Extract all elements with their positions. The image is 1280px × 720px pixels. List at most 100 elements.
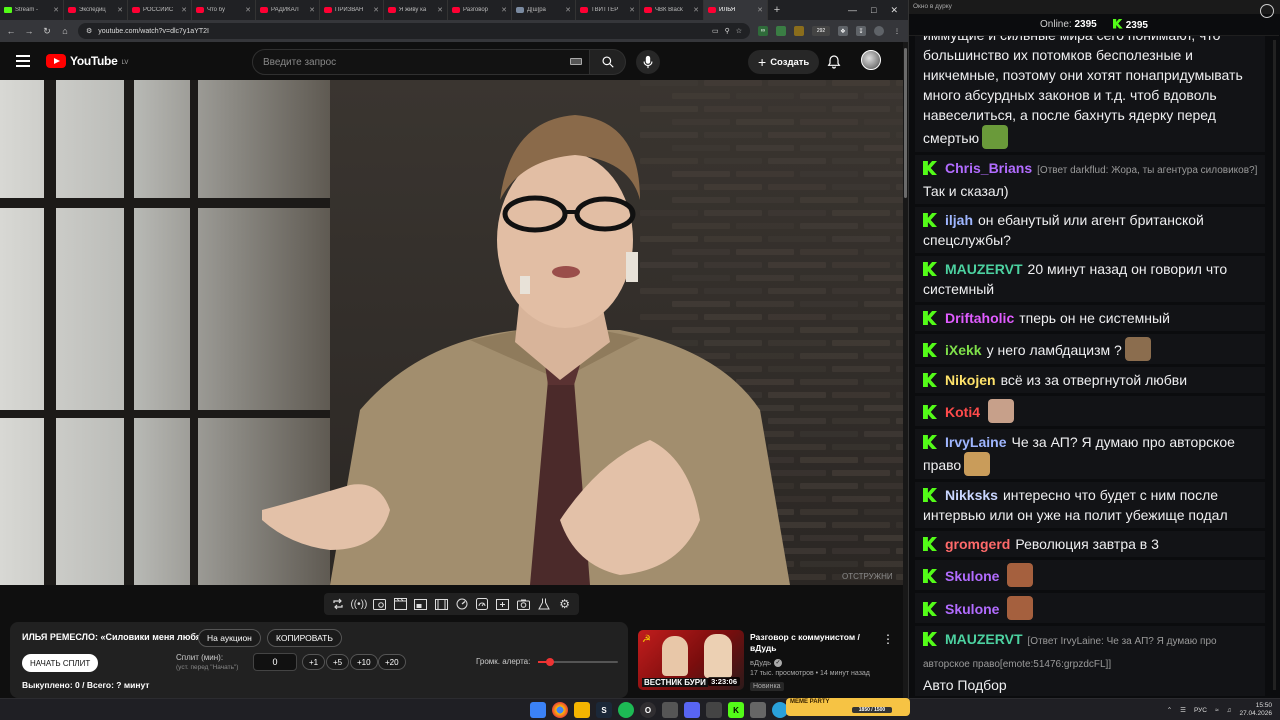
scrollbar-thumb[interactable] xyxy=(904,48,907,198)
create-button[interactable]: + Создать xyxy=(748,50,820,74)
flask-icon[interactable] xyxy=(537,597,551,611)
start-split-button[interactable]: НАЧАТЬ СПЛИТ xyxy=(22,654,99,672)
tab-close-icon[interactable]: ✕ xyxy=(53,6,59,14)
home-icon[interactable]: ⌂ xyxy=(60,26,70,36)
split-minutes-input[interactable]: 0 xyxy=(253,653,297,671)
chat-username[interactable]: MAUZERVT xyxy=(945,261,1023,277)
extension-icon[interactable] xyxy=(794,26,804,36)
tab-close-icon[interactable]: ✕ xyxy=(501,6,507,14)
copy-button[interactable]: КОПИРОВАТЬ xyxy=(267,629,342,647)
kick-app-icon[interactable]: K xyxy=(728,702,744,718)
add-10-button[interactable]: +10 xyxy=(350,654,378,670)
obs-icon[interactable]: O xyxy=(640,702,656,718)
tab-close-icon[interactable]: ✕ xyxy=(245,6,251,14)
loop-icon[interactable] xyxy=(331,597,345,611)
keyboard-icon[interactable] xyxy=(570,58,582,65)
clock[interactable]: 15:50 27.04.2026 xyxy=(1239,702,1272,718)
language-indicator[interactable]: РУС xyxy=(1194,707,1207,714)
browser-tab[interactable]: РАДИКАЛ ✕ xyxy=(256,0,320,20)
chat-username[interactable]: Driftaholic xyxy=(945,310,1014,326)
extension-icon[interactable] xyxy=(776,26,786,36)
close-icon[interactable]: ✕ xyxy=(890,5,898,16)
extension-icon[interactable]: ∞ xyxy=(758,26,768,36)
forward-icon[interactable]: → xyxy=(24,26,34,36)
volume-icon[interactable]: ♫ xyxy=(1227,707,1232,714)
speedometer-icon[interactable] xyxy=(475,597,489,611)
browser-tab[interactable]: ИЛЬЯ ✕ xyxy=(704,0,768,20)
more-options-icon[interactable]: ⋮ xyxy=(882,632,894,646)
download-icon[interactable]: ↧ xyxy=(856,26,866,36)
chat-username[interactable]: Skulone xyxy=(945,601,999,617)
chrome-icon[interactable] xyxy=(552,702,568,718)
tab-close-icon[interactable]: ✕ xyxy=(373,6,379,14)
chat-username[interactable]: iXekk xyxy=(945,342,982,358)
maximize-icon[interactable]: □ xyxy=(871,5,876,16)
browser-tab[interactable]: ТВИТТЕР ✕ xyxy=(576,0,640,20)
cast-icon[interactable]: ▭ xyxy=(712,27,719,35)
frame-icon[interactable] xyxy=(434,597,448,611)
new-tab-button[interactable]: + xyxy=(768,4,786,16)
chat-username[interactable]: gromgerd xyxy=(945,536,1010,552)
hamburger-menu-icon[interactable] xyxy=(16,55,30,67)
spotify-icon[interactable] xyxy=(618,702,634,718)
browser-tab[interactable]: Stream - ✕ xyxy=(0,0,64,20)
tray-chevron-icon[interactable]: ⌃ xyxy=(1167,706,1172,714)
browser-tab[interactable]: ЧВК Black ✕ xyxy=(640,0,704,20)
video-player[interactable]: ОТСТРУЖНИ xyxy=(0,80,903,585)
related-video-title[interactable]: Разговор с коммунистом / вДудь xyxy=(750,632,880,654)
explorer-icon[interactable] xyxy=(574,702,590,718)
app-icon[interactable] xyxy=(662,702,678,718)
meme-party-widget[interactable]: MEME PARTY 1850 / 1500 xyxy=(786,698,910,716)
tab-close-icon[interactable]: ✕ xyxy=(181,6,187,14)
profile-icon[interactable] xyxy=(874,26,884,36)
network-icon[interactable]: ☰ xyxy=(1180,706,1186,714)
cinema-mode-icon[interactable] xyxy=(372,597,386,611)
chat-username[interactable]: iljah xyxy=(945,212,973,228)
bookmark-star-icon[interactable]: ☆ xyxy=(736,27,742,35)
chat-scrollbar[interactable] xyxy=(1273,40,1276,690)
discord-icon[interactable] xyxy=(684,702,700,718)
channel-name[interactable]: вДудь ✓ xyxy=(750,658,783,667)
notifications-bell-icon[interactable] xyxy=(826,54,842,70)
chat-username[interactable]: Nikojen xyxy=(945,372,996,388)
tab-close-icon[interactable]: ✕ xyxy=(309,6,315,14)
add-5-button[interactable]: +5 xyxy=(326,654,350,670)
add-20-button[interactable]: +20 xyxy=(378,654,406,670)
tab-close-icon[interactable]: ✕ xyxy=(117,6,123,14)
chat-username[interactable]: Koti4 xyxy=(945,404,980,420)
chat-username[interactable]: MAUZERVT xyxy=(945,631,1023,647)
chat-username[interactable]: IrvyLaine xyxy=(945,434,1006,450)
screenshot-camera-icon[interactable] xyxy=(516,597,530,611)
video-thumbnail[interactable]: ☭ ВЕСТНИК БУРИ 3:23:06 xyxy=(638,630,744,690)
chat-username[interactable]: Chris_Brians xyxy=(945,160,1032,176)
puzzle-icon[interactable]: ❖ xyxy=(838,26,848,36)
browser-tab[interactable]: РОССИЙС ✕ xyxy=(128,0,192,20)
picture-in-picture-icon[interactable] xyxy=(414,597,428,611)
url-field[interactable]: ⚙ youtube.com/watch?v=dlc7y1aYT2I ▭ ⚲ ☆ xyxy=(78,23,750,39)
add-1-button[interactable]: +1 xyxy=(302,654,326,670)
youtube-logo[interactable]: YouTube LV xyxy=(46,54,128,68)
screen-add-icon[interactable] xyxy=(496,597,510,611)
clapperboard-icon[interactable] xyxy=(393,597,407,611)
app-icon[interactable] xyxy=(750,702,766,718)
zoom-icon[interactable]: ⚲ xyxy=(725,27,730,35)
minimize-icon[interactable]: — xyxy=(848,5,857,16)
browser-tab[interactable]: Разговор ✕ xyxy=(448,0,512,20)
related-video-card[interactable]: ☭ ВЕСТНИК БУРИ 3:23:06 Разговор с коммун… xyxy=(638,630,898,692)
speed-gauge-icon[interactable] xyxy=(455,597,469,611)
reload-icon[interactable]: ↻ xyxy=(42,26,52,37)
tab-close-icon[interactable]: ✕ xyxy=(693,6,699,14)
site-info-icon[interactable]: ⚙ xyxy=(86,27,92,35)
tab-close-icon[interactable]: ✕ xyxy=(629,6,635,14)
settings-gear-icon[interactable]: ⚙ xyxy=(558,597,572,611)
search-button[interactable] xyxy=(590,49,626,75)
browser-tab[interactable]: Д[ш]ра ✕ xyxy=(512,0,576,20)
avatar[interactable] xyxy=(861,50,881,70)
chat-username[interactable]: Skulone xyxy=(945,568,999,584)
voice-search-button[interactable] xyxy=(636,50,660,74)
chat-username[interactable]: Nikksks xyxy=(945,487,998,503)
browser-tab[interactable]: Экспедиц ✕ xyxy=(64,0,128,20)
send-to-auction-button[interactable]: На аукцион xyxy=(198,629,261,647)
steam-icon[interactable]: S xyxy=(596,702,612,718)
tab-close-icon[interactable]: ✕ xyxy=(565,6,571,14)
